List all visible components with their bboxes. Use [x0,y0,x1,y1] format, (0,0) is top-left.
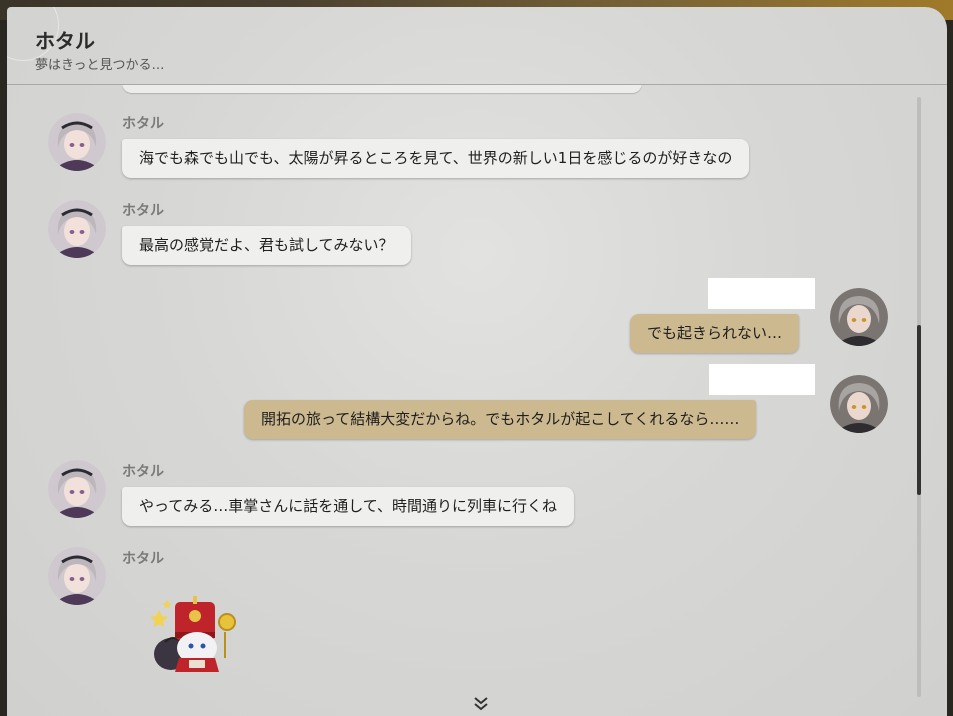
firefly-avatar[interactable] [48,200,106,258]
trailblazer-avatar[interactable] [830,288,888,346]
trailblazer-avatar[interactable] [830,375,888,433]
firefly-avatar[interactable] [48,460,106,518]
redacted-sender-name [708,278,815,309]
sender-name: ホタル [122,551,164,567]
firefly-avatar[interactable] [48,113,106,171]
firefly-avatar[interactable] [48,547,106,605]
message-bubble[interactable]: でも起きられない… [630,314,800,353]
message-list[interactable]: ホタル 海でも森でも山でも、太陽が昇るところを見て、世界の新しい1日を感じるのが… [7,85,947,716]
chat-header: ホタル 夢はきっと見つかる… [7,7,947,85]
chat-panel: ホタル 夢はきっと見つかる… ホタル 海でも森でも山でも、太陽が昇るところを見て… [7,7,947,716]
sender-name: ホタル [122,203,164,219]
pom-pom-sticker[interactable] [149,592,239,674]
double-chevron-down-icon[interactable] [472,695,490,713]
message-bubble[interactable]: 海でも森でも山でも、太陽が昇るところを見て、世界の新しい1日を感じるのが好きなの [122,139,750,178]
chat-subtitle: 夢はきっと見つかる… [35,58,165,73]
message-bubble[interactable]: 開拓の旅って結構大変だからね。でもホタルが起こしてくれるなら…… [244,400,757,439]
sender-name: ホタル [122,116,164,132]
redacted-sender-name [709,364,815,395]
chat-title: ホタル [35,29,95,53]
message-bubble[interactable]: 最高の感覚だよ、君も試してみない？ [122,226,411,265]
message-bubble[interactable]: やってみる…車掌さんに話を通して、時間通りに列車に行くね [122,487,575,526]
sender-name: ホタル [122,464,164,480]
previous-message-bubble [122,85,642,93]
scrollbar-thumb[interactable] [917,325,921,495]
